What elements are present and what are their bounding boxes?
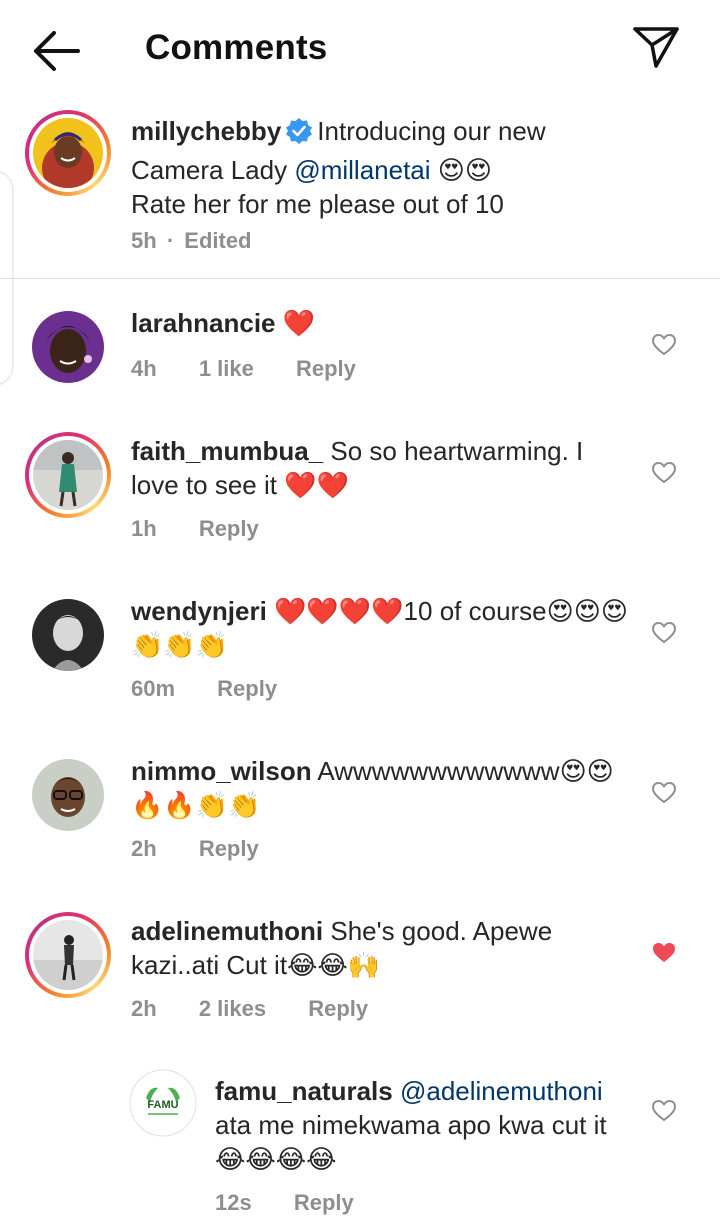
comment-text: faith_mumbua_ So so heartwarming. I love… — [131, 434, 631, 502]
heart-outline-icon — [651, 781, 677, 804]
caption-text: millychebby Introducing our new Camera La… — [131, 114, 631, 221]
comment-avatar[interactable] — [25, 304, 111, 390]
comment-body: ❤️ — [282, 308, 316, 338]
page-title: Comments — [145, 28, 328, 67]
comment-like-count[interactable]: 2 likes — [199, 996, 266, 1021]
story-ring — [25, 110, 111, 196]
heart-outline-icon — [651, 333, 677, 356]
caption-emoji: 😍😍 — [437, 155, 492, 185]
reply-meta: 12s Reply — [215, 1190, 390, 1216]
comment-avatar[interactable] — [25, 432, 111, 518]
comment-meta: 4h 1 like Reply — [131, 356, 392, 382]
like-button[interactable] — [651, 460, 677, 486]
like-button[interactable] — [651, 780, 677, 806]
reply-mention-link[interactable]: @adelinemuthoni — [400, 1076, 603, 1106]
caption-separator: · — [166, 228, 175, 253]
comment-time: 2h — [131, 996, 157, 1021]
comment-item: adelinemuthoni She's good. Apewe kazi..a… — [0, 908, 720, 1038]
comment-username[interactable]: nimmo_wilson — [131, 756, 312, 786]
send-button[interactable] — [630, 24, 682, 70]
comment-item: wendynjeri ❤️❤️❤️❤️10 of course😍😍😍👏👏👏 60… — [0, 588, 720, 718]
comment-avatar[interactable] — [25, 752, 111, 838]
like-button[interactable] — [651, 620, 677, 646]
like-button[interactable] — [651, 1098, 677, 1124]
caption-time: 5h — [131, 228, 157, 253]
comment-time: 1h — [131, 516, 157, 541]
heart-filled-icon — [653, 943, 675, 962]
comment-meta: 60m Reply — [131, 676, 313, 702]
reply-avatar[interactable]: FAMU — [128, 1068, 198, 1138]
comment-username[interactable]: larahnancie — [131, 308, 276, 338]
comment-text: larahnancie ❤️ — [131, 306, 631, 340]
comment-username[interactable]: faith_mumbua_ — [131, 436, 323, 466]
comment-time: 2h — [131, 836, 157, 861]
comment-item: faith_mumbua_ So so heartwarming. I love… — [0, 428, 720, 558]
comment-like-count[interactable]: 1 like — [199, 356, 254, 381]
reply-button[interactable]: Reply — [296, 356, 356, 381]
back-arrow-icon — [34, 31, 80, 71]
caption-edited-label: Edited — [184, 228, 252, 253]
story-ring — [25, 432, 111, 518]
like-button[interactable] — [651, 940, 677, 966]
back-button[interactable] — [28, 26, 84, 76]
caption-username[interactable]: millychebby — [131, 116, 281, 146]
reply-comment-item: FAMU famu_naturals @adelinemuthoni ata m… — [0, 1068, 720, 1231]
reply-button[interactable]: Reply — [199, 516, 259, 541]
heart-outline-icon — [651, 1099, 677, 1122]
verified-badge-icon — [285, 117, 313, 153]
like-button[interactable] — [651, 332, 677, 358]
post-caption: millychebby Introducing our new Camera La… — [0, 108, 720, 278]
comment-text: wendynjeri ❤️❤️❤️❤️10 of course😍😍😍👏👏👏 — [131, 594, 631, 662]
reply-button[interactable]: Reply — [294, 1190, 354, 1215]
comment-item: larahnancie ❤️ 4h 1 like Reply — [0, 300, 720, 410]
comment-avatar[interactable] — [25, 912, 111, 998]
comment-time: 4h — [131, 356, 157, 381]
comment-text: nimmo_wilson Awwwwwwwwwwww😍😍🔥🔥👏👏 — [131, 754, 631, 822]
comment-text: adelinemuthoni She's good. Apewe kazi..a… — [131, 914, 631, 982]
caption-mention-link[interactable]: @millanetai — [294, 155, 430, 185]
caption-divider — [0, 278, 720, 279]
reply-button[interactable]: Reply — [199, 836, 259, 861]
caption-body-end: Rate her for me please out of 10 — [131, 189, 504, 219]
comment-time: 60m — [131, 676, 176, 701]
caption-meta: 5h · Edited — [131, 228, 288, 254]
reply-text: famu_naturals @adelinemuthoni ata me nim… — [215, 1074, 635, 1176]
heart-outline-icon — [651, 461, 677, 484]
top-bar: Comments — [0, 0, 720, 100]
comment-meta: 1h Reply — [131, 516, 295, 542]
reply-avatar-logo-text: FAMU — [147, 1099, 178, 1111]
send-icon — [633, 27, 679, 68]
heart-outline-icon — [651, 621, 677, 644]
comment-item: nimmo_wilson Awwwwwwwwwwww😍😍🔥🔥👏👏 2h Repl… — [0, 748, 720, 878]
comment-avatar[interactable] — [25, 592, 111, 678]
caption-avatar[interactable] — [25, 110, 111, 196]
reply-body: ata me nimekwama apo kwa cut it😂😂😂😂 — [215, 1110, 607, 1174]
reply-time: 12s — [215, 1190, 252, 1215]
comment-username[interactable]: adelinemuthoni — [131, 916, 323, 946]
comment-username[interactable]: wendynjeri — [131, 596, 267, 626]
reply-button[interactable]: Reply — [308, 996, 368, 1021]
comment-meta: 2h Reply — [131, 836, 295, 862]
reply-username[interactable]: famu_naturals — [215, 1076, 393, 1106]
comment-meta: 2h 2 likes Reply — [131, 996, 404, 1022]
story-ring — [25, 912, 111, 998]
reply-button[interactable]: Reply — [217, 676, 277, 701]
